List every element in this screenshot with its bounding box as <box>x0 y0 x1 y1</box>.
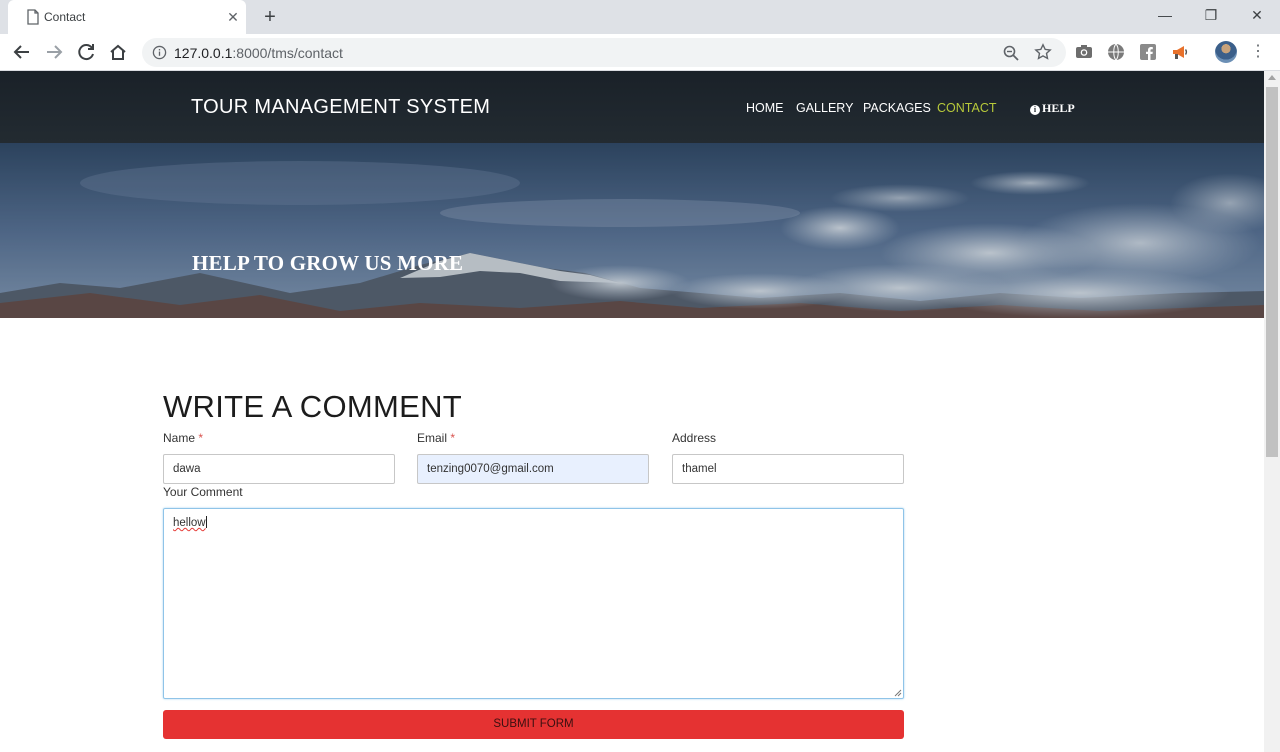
home-icon[interactable] <box>104 38 132 66</box>
nav-home[interactable]: HOME <box>746 101 784 115</box>
forward-arrow-icon[interactable] <box>40 38 68 66</box>
url-path: :8000/tms/contact <box>232 45 343 61</box>
nav-gallery[interactable]: GALLERY <box>796 101 853 115</box>
page-scrollbar[interactable] <box>1264 71 1280 752</box>
submit-form-button[interactable]: SUBMIT FORM <box>163 710 904 739</box>
zoom-icon[interactable] <box>1002 44 1020 62</box>
info-circle-icon: i <box>1030 105 1040 115</box>
browser-menu-icon[interactable]: ⋮ <box>1250 42 1266 62</box>
profile-avatar[interactable] <box>1215 41 1237 63</box>
camera-extension-icon[interactable] <box>1074 42 1094 62</box>
browser-tab[interactable]: Contact ✕ <box>8 0 246 34</box>
text-caret <box>205 516 207 528</box>
tab-title: Contact <box>44 10 86 24</box>
hero-title: HELP TO GROW US MORE <box>192 251 464 275</box>
url-host: 127.0.0.1 <box>174 45 233 61</box>
globe-extension-icon[interactable] <box>1106 42 1126 62</box>
name-label: Name * <box>163 431 203 445</box>
email-input[interactable]: tenzing0070@gmail.com <box>417 454 649 484</box>
page-icon <box>27 9 39 25</box>
reload-icon[interactable] <box>72 38 100 66</box>
close-tab-icon[interactable]: ✕ <box>224 8 242 26</box>
address-input[interactable]: thamel <box>672 454 904 484</box>
comment-textarea[interactable]: hellow <box>163 508 904 699</box>
window-close-button[interactable]: ✕ <box>1234 0 1280 30</box>
required-mark: * <box>450 431 456 445</box>
window-restore-button[interactable]: ❐ <box>1188 0 1234 30</box>
email-label: Email * <box>417 431 455 445</box>
form-title: WRITE A COMMENT <box>163 389 462 424</box>
email-label-text: Email <box>417 431 448 445</box>
resize-handle-icon[interactable] <box>894 689 902 697</box>
name-label-text: Name <box>163 431 196 445</box>
megaphone-extension-icon[interactable] <box>1170 42 1190 62</box>
nav-help[interactable]: i HELP <box>1030 101 1075 116</box>
comment-label: Your Comment <box>163 485 243 499</box>
site-header: TOUR MANAGEMENT SYSTEM HOME GALLERY PACK… <box>0 71 1264 143</box>
required-mark: * <box>198 431 204 445</box>
hero-banner: HELP TO GROW US MORE <box>0 143 1264 318</box>
scroll-up-arrow-icon[interactable] <box>1268 75 1276 80</box>
url-text[interactable]: 127.0.0.1:8000/tms/contact <box>174 45 343 61</box>
scrollbar-thumb[interactable] <box>1266 87 1278 457</box>
bookmark-star-icon[interactable] <box>1034 43 1052 61</box>
address-bar[interactable]: 127.0.0.1:8000/tms/contact <box>142 38 1066 67</box>
browser-tab-strip: Contact ✕ + — ❐ ✕ <box>0 0 1280 34</box>
back-arrow-icon[interactable] <box>8 38 36 66</box>
site-info-icon[interactable] <box>152 45 167 60</box>
name-input[interactable]: dawa <box>163 454 395 484</box>
window-minimize-button[interactable]: — <box>1142 0 1188 30</box>
nav-help-label: HELP <box>1042 101 1075 115</box>
site-brand[interactable]: TOUR MANAGEMENT SYSTEM <box>191 96 490 119</box>
mountain-sky-image <box>0 143 1264 318</box>
facebook-extension-icon[interactable] <box>1138 42 1158 62</box>
nav-packages[interactable]: PACKAGES <box>863 101 931 115</box>
new-tab-button[interactable]: + <box>258 5 282 29</box>
comment-text: hellow <box>173 517 206 529</box>
nav-contact[interactable]: CONTACT <box>937 101 997 115</box>
page-viewport: TOUR MANAGEMENT SYSTEM HOME GALLERY PACK… <box>0 71 1264 752</box>
address-label: Address <box>672 431 717 445</box>
